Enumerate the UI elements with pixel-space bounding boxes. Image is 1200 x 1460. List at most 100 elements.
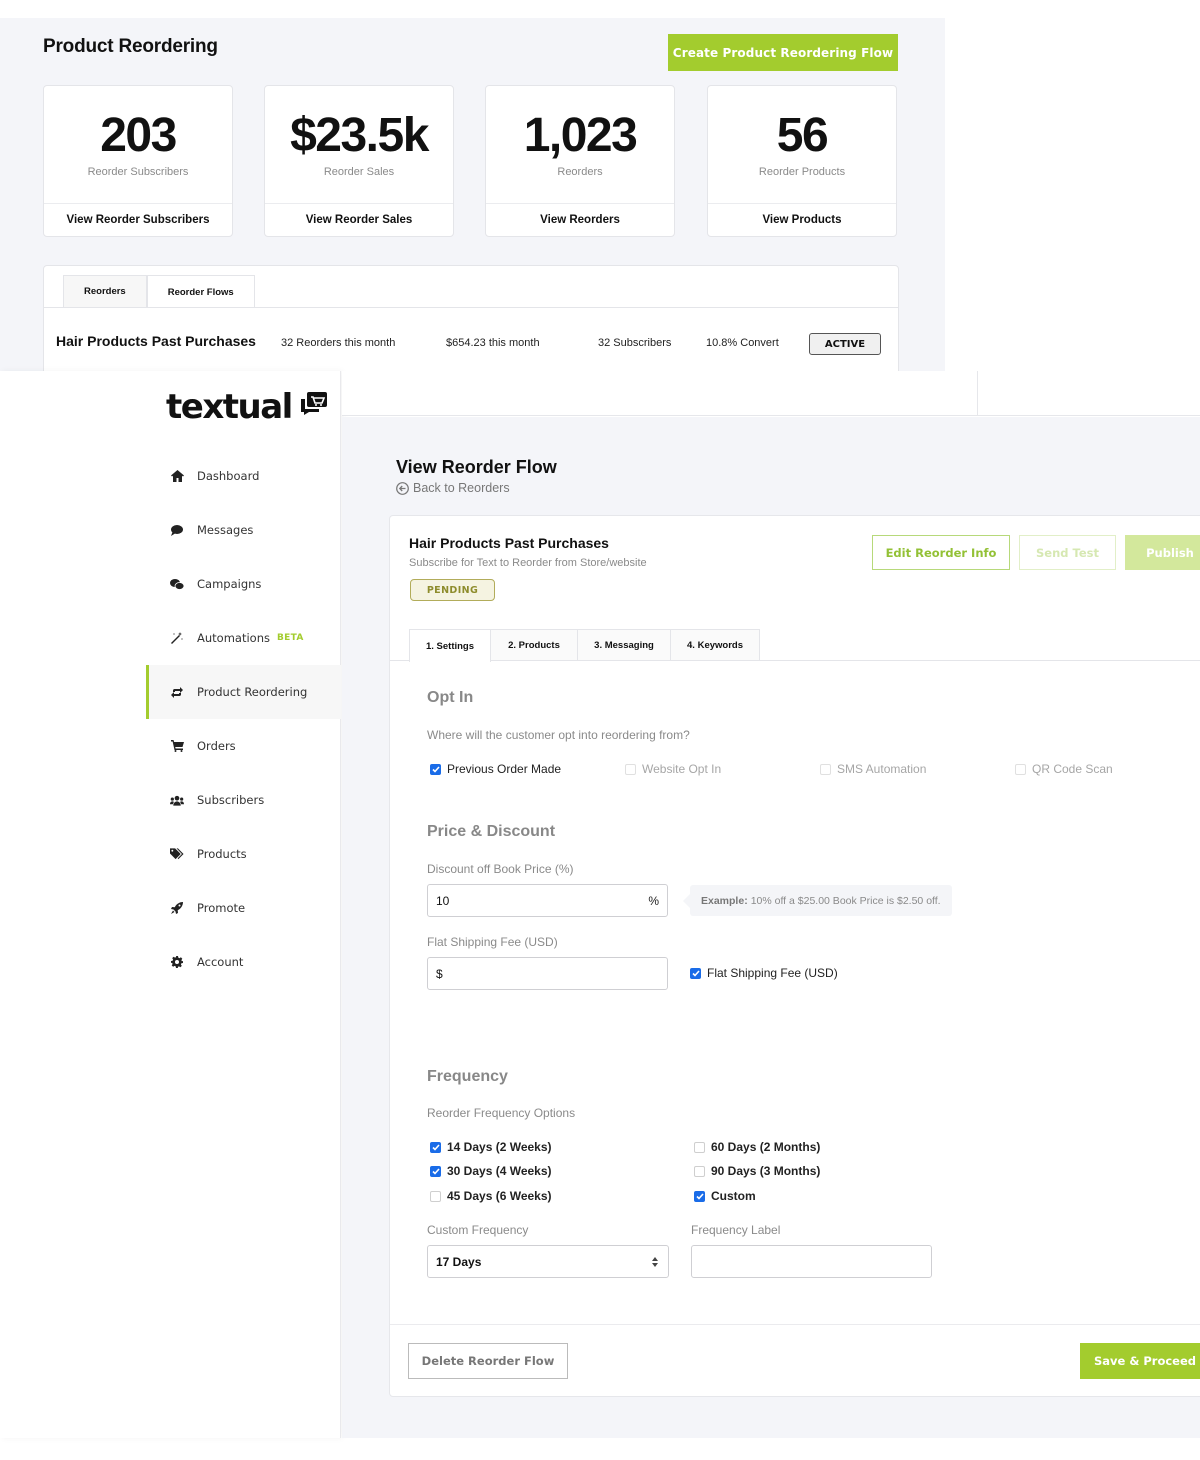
status-badge[interactable]: ACTIVE xyxy=(809,333,881,355)
sidebar-item-campaigns[interactable]: Campaigns xyxy=(146,557,341,611)
publish-button[interactable]: Publish xyxy=(1125,535,1200,570)
discount-value: 10 xyxy=(436,893,450,908)
stat-card-products: 56 Reorder Products View Products xyxy=(707,85,897,237)
edit-reorder-info-button[interactable]: Edit Reorder Info xyxy=(872,535,1010,570)
checkbox-label: Website Opt In xyxy=(642,762,722,776)
sidebar-item-label: Account xyxy=(197,955,244,969)
frequency-label-label: Frequency Label xyxy=(691,1223,781,1237)
sidebar-item-products[interactable]: Products xyxy=(146,827,341,881)
frequency-30-days-checkbox[interactable]: 30 Days (4 Weeks) xyxy=(430,1164,552,1178)
repeat-icon xyxy=(170,685,184,699)
checkbox-label: 90 Days (3 Months) xyxy=(711,1164,821,1178)
logo[interactable]: textual xyxy=(166,387,328,427)
checkbox-unchecked-icon xyxy=(625,763,636,775)
status-badge: PENDING xyxy=(410,579,495,601)
flow-sales: $654.23 this month xyxy=(446,337,540,349)
frequency-label-input[interactable] xyxy=(691,1245,932,1278)
discount-label: Discount off Book Price (%) xyxy=(427,862,574,876)
send-test-button[interactable]: Send Test xyxy=(1019,535,1116,570)
frequency-options-label: Reorder Frequency Options xyxy=(427,1106,576,1120)
logo-text: textual xyxy=(166,387,293,427)
tab-divider xyxy=(390,660,1200,661)
flow-name[interactable]: Hair Products Past Purchases xyxy=(56,333,256,349)
tab-keywords[interactable]: 4. Keywords xyxy=(670,629,760,661)
flow-row[interactable]: Hair Products Past Purchases 32 Reorders… xyxy=(44,331,898,357)
sidebar-item-subscribers[interactable]: Subscribers xyxy=(146,773,341,827)
topbar-divider xyxy=(977,371,978,416)
sidebar-item-product-reordering[interactable]: Product Reordering xyxy=(146,665,341,719)
step-tabs: 1. Settings 2. Products 3. Messaging 4. … xyxy=(409,629,760,662)
sidebar-item-label: Products xyxy=(197,847,247,861)
view-reorders-link[interactable]: View Reorders xyxy=(486,203,674,236)
checkbox-unchecked-icon xyxy=(1015,763,1026,775)
page-title: Product Reordering xyxy=(43,36,218,57)
sidebar-item-automations[interactable]: Automations BETA xyxy=(146,611,341,665)
back-link-label: Back to Reorders xyxy=(413,481,510,495)
stat-label: Reorder Subscribers xyxy=(87,166,189,178)
checkbox-label: 14 Days (2 Weeks) xyxy=(447,1140,552,1154)
chat-bubble-icon xyxy=(170,523,184,537)
tab-products[interactable]: 2. Products xyxy=(490,629,578,661)
delete-reorder-flow-button[interactable]: Delete Reorder Flow xyxy=(408,1343,568,1379)
checkbox-unchecked-icon xyxy=(694,1165,705,1177)
shipping-value: $ xyxy=(436,966,443,981)
checkbox-label: SMS Automation xyxy=(837,762,927,776)
flat-shipping-checkbox[interactable]: Flat Shipping Fee (USD) xyxy=(690,966,838,980)
create-reordering-flow-button[interactable]: Create Product Reordering Flow xyxy=(668,34,898,71)
sidebar-item-messages[interactable]: Messages xyxy=(146,503,341,557)
stat-card-sales: $23.5k Reorder Sales View Reorder Sales xyxy=(264,85,454,237)
tags-icon xyxy=(170,847,184,861)
checkbox-checked-icon xyxy=(430,1141,441,1153)
checkbox-label: 45 Days (6 Weeks) xyxy=(447,1189,552,1203)
example-text: 10% off a $25.00 Book Price is $2.50 off… xyxy=(750,894,941,907)
opt-in-website-checkbox[interactable]: Website Opt In xyxy=(625,762,721,776)
tab-reorder-flows[interactable]: Reorder Flows xyxy=(146,275,255,308)
sidebar-item-label: Subscribers xyxy=(197,793,265,807)
stat-label: Reorders xyxy=(557,166,603,178)
sidebar-item-orders[interactable]: Orders xyxy=(146,719,341,773)
tab-settings[interactable]: 1. Settings xyxy=(409,629,491,662)
sidebar-item-account[interactable]: Account xyxy=(146,935,341,989)
view-reorder-sales-link[interactable]: View Reorder Sales xyxy=(265,203,453,236)
chat-cart-icon xyxy=(300,391,328,420)
tab-reorders[interactable]: Reorders xyxy=(63,275,147,307)
custom-frequency-select[interactable]: 17 Days xyxy=(427,1245,669,1278)
sidebar-nav: Dashboard Messages Campaigns Automations… xyxy=(146,449,341,989)
frequency-60-days-checkbox[interactable]: 60 Days (2 Months) xyxy=(694,1140,820,1154)
save-proceed-button[interactable]: Save & Proceed xyxy=(1080,1343,1200,1379)
opt-in-title: Opt In xyxy=(427,689,474,706)
main-content: View Reorder Flow Back to Reorders Hair … xyxy=(342,417,1200,1438)
stat-label: Reorder Sales xyxy=(323,166,395,178)
shipping-fee-input[interactable]: $ xyxy=(427,957,668,990)
tab-messaging[interactable]: 3. Messaging xyxy=(577,629,671,661)
stat-label: Reorder Products xyxy=(758,166,846,178)
tab-divider xyxy=(44,307,898,308)
back-arrow-circle-icon xyxy=(396,481,409,495)
discount-input[interactable]: 10 % xyxy=(427,884,668,917)
frequency-custom-checkbox[interactable]: Custom xyxy=(694,1189,756,1203)
frequency-14-days-checkbox[interactable]: 14 Days (2 Weeks) xyxy=(430,1140,552,1154)
magic-wand-icon xyxy=(170,631,184,645)
reorder-flow-app: textual Dashboard Messages Campaigns Aut… xyxy=(0,371,1200,1438)
discount-example-tip: Example: 10% off a $25.00 Book Price is … xyxy=(683,885,952,916)
flow-name: Hair Products Past Purchases xyxy=(409,535,609,551)
frequency-90-days-checkbox[interactable]: 90 Days (3 Months) xyxy=(694,1164,820,1178)
opt-in-sms-automation-checkbox[interactable]: SMS Automation xyxy=(820,762,926,776)
sidebar-item-dashboard[interactable]: Dashboard xyxy=(146,449,341,503)
select-spinner-icon xyxy=(652,1257,658,1267)
stat-value: 1,023 xyxy=(523,109,638,162)
view-reorder-subscribers-link[interactable]: View Reorder Subscribers xyxy=(44,203,232,236)
flow-convert: 10.8% Convert xyxy=(706,337,779,349)
frequency-45-days-checkbox[interactable]: 45 Days (6 Weeks) xyxy=(430,1189,552,1203)
custom-frequency-value: 17 Days xyxy=(436,1254,482,1269)
opt-in-qr-code-checkbox[interactable]: QR Code Scan xyxy=(1015,762,1113,776)
flows-panel: Reorders Reorder Flows Hair Products Pas… xyxy=(43,265,899,371)
checkbox-checked-icon xyxy=(694,1190,705,1202)
checkbox-label: Previous Order Made xyxy=(447,762,562,776)
view-products-link[interactable]: View Products xyxy=(708,203,896,236)
back-to-reorders-link[interactable]: Back to Reorders xyxy=(396,481,510,495)
sidebar-item-promote[interactable]: Promote xyxy=(146,881,341,935)
checkbox-unchecked-icon xyxy=(694,1141,705,1153)
opt-in-previous-order-checkbox[interactable]: Previous Order Made xyxy=(430,762,561,776)
stat-value: 56 xyxy=(776,109,829,162)
